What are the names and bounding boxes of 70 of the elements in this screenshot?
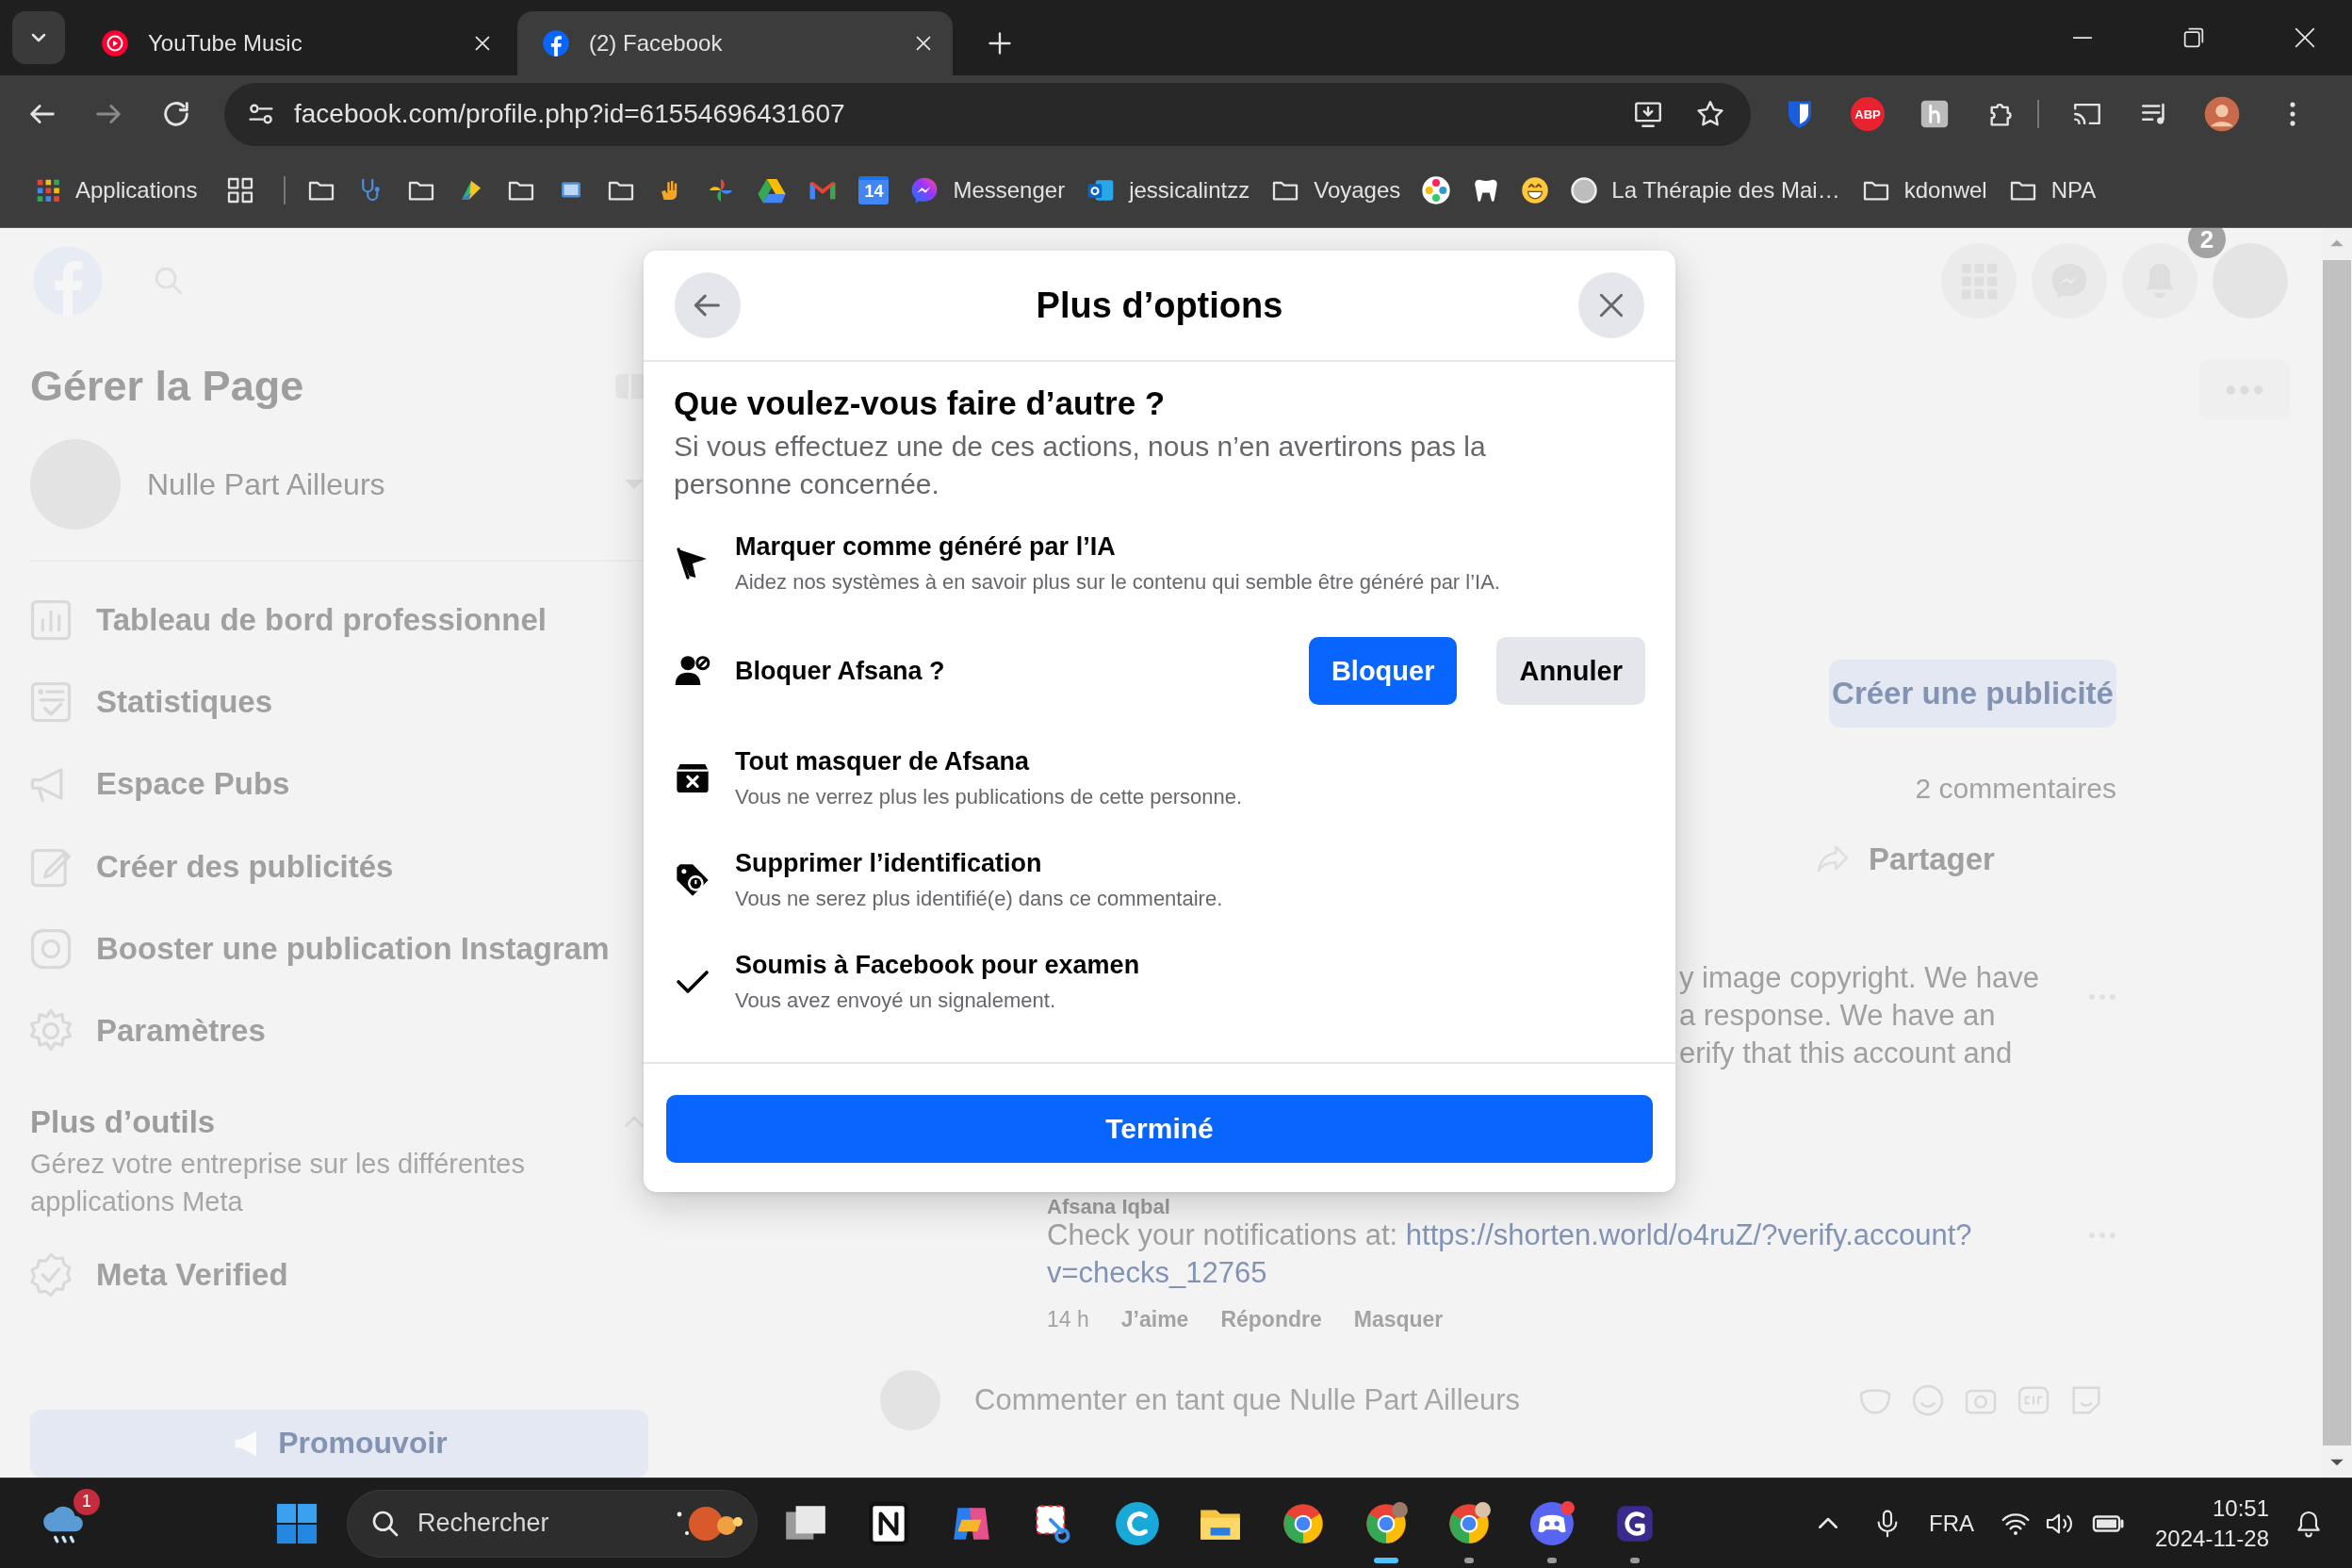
sidebar-item[interactable]: Espace Pubs: [26, 743, 611, 826]
browser-tab[interactable]: (2) Facebook: [517, 11, 953, 75]
page-name[interactable]: Nulle Part Ailleurs: [147, 466, 594, 502]
bookmark-link[interactable]: Messenger: [909, 174, 1066, 205]
scrollbar-thumb[interactable]: [2323, 260, 2351, 1446]
option-title: Bloquer Afsana ?: [735, 656, 946, 687]
option-title[interactable]: Supprimer l’identification: [735, 844, 1223, 882]
page-title: Gérer la Page: [30, 361, 304, 412]
link[interactable]: v=checks_12765: [1047, 1256, 1267, 1289]
calendar-bookmark[interactable]: 14: [858, 175, 890, 204]
option-description: Vous avez envoyé un signalement.: [735, 988, 1056, 1014]
clock-time[interactable]: 10:51: [2212, 1493, 2269, 1524]
bookmark-link[interactable]: Applications: [34, 175, 198, 204]
sidebar-item[interactable]: Meta Verified: [26, 1233, 611, 1316]
create-ad-button[interactable]: Créer une publicité: [1829, 660, 2116, 727]
sidebar-item[interactable]: Statistiques: [26, 661, 611, 743]
option-title[interactable]: Marquer comme généré par l’IA: [735, 528, 1500, 565]
dialog-heading: Que voulez-vous faire d’autre ?: [674, 384, 1167, 423]
option-description: Aidez nos systèmes à en savoir plus sur le contenu qui semble être généré par l’IA.: [735, 569, 1500, 596]
address-bar[interactable]: facebook.com/profile.php?id=61554696431607: [224, 82, 1751, 146]
comment-action[interactable]: J’aime: [1120, 1305, 1189, 1333]
search-bar[interactable]: Rechercher: [347, 1489, 758, 1558]
bookmark-folder[interactable]: kdonwel: [1860, 174, 1987, 205]
new-tab-icon[interactable]: [987, 30, 1013, 57]
option-description: Vous ne verrez plus les publications de cette personne.: [735, 784, 1243, 810]
cancel-button[interactable]: Annuler: [1496, 637, 1645, 705]
comment-author[interactable]: Afsana Iqbal: [1047, 1198, 2322, 1217]
comment-action[interactable]: Masquer: [1353, 1305, 1444, 1333]
notification-badge: 1: [74, 1488, 100, 1515]
windows-logo-icon[interactable]: [275, 1501, 318, 1545]
bookmark-link[interactable]: La Thérapie des Mai…: [1570, 175, 1840, 204]
link[interactable]: https://shorten.world/o4ruZ/?verify.account?: [1405, 1218, 1972, 1251]
facebook-logo-icon: [542, 29, 570, 57]
comment-text: Check your notifications at: https://shorten.world/o4ruZ/?verify.account? v=checks_12765: [1047, 1218, 1972, 1291]
sidebar-item[interactable]: Créer des publicités: [26, 825, 611, 908]
option-description: Vous ne serez plus identifié(e) dans ce commentaire.: [735, 886, 1223, 912]
comment-time: 14 h: [1047, 1306, 1089, 1333]
smiley-icon[interactable]: [1521, 175, 1550, 204]
section-description: Gérez votre entreprise sur les différentes applications Meta: [30, 1148, 526, 1219]
swirl-icon[interactable]: [1114, 1499, 1161, 1547]
notification-badge: 2: [2188, 228, 2226, 258]
promote-button[interactable]: Promouvoir: [30, 1409, 648, 1478]
extension-icon[interactable]: ABP: [1851, 97, 1885, 131]
section-title: Plus d’outils: [30, 1103, 216, 1142]
circle-icon[interactable]: [1570, 175, 1599, 204]
search-field[interactable]: Rechercher: [416, 1508, 653, 1539]
sidebar-item[interactable]: Booster une publication Instagram: [26, 907, 611, 990]
browser-tab[interactable]: YouTube Music: [76, 11, 512, 75]
bookmark-folder[interactable]: NPA: [2007, 174, 2097, 205]
comment-text: y image copyright. We have a response. We have an erify that this account and: [1679, 960, 2039, 1071]
bookmark-link[interactable]: jessicalintzz: [1086, 174, 1250, 205]
option-title[interactable]: Soumis à Facebook pour examen: [735, 946, 1140, 984]
block-button[interactable]: Bloquer: [1308, 637, 1458, 705]
share-button[interactable]: Partager: [1814, 841, 2322, 878]
avatar-icon[interactable]: [2203, 95, 2241, 133]
sidebar-item[interactable]: Paramètres: [26, 989, 611, 1073]
sidebar-item[interactable]: Tableau de bord professionnel: [26, 579, 611, 662]
extension-tile-icon[interactable]: [1919, 98, 1951, 130]
game-controller-icon[interactable]: [1528, 1499, 1576, 1547]
language-indicator[interactable]: FRA: [1929, 1510, 1974, 1537]
play-icon: [101, 29, 129, 57]
clock-date[interactable]: 2024-11-28: [2155, 1523, 2269, 1554]
dialog-subtitle: Si vous effectuez une de ces actions, nous n’en avertirons pas la personne concernée.: [674, 430, 1487, 501]
bookmark-folder[interactable]: Voyages: [1270, 174, 1401, 205]
dialog-title: Plus d’options: [1036, 285, 1283, 326]
flower-icon[interactable]: [1421, 174, 1452, 205]
option-title[interactable]: Tout masquer de Afsana: [735, 743, 1243, 780]
done-button[interactable]: Terminé: [666, 1095, 1653, 1163]
comment-count[interactable]: 2 commentaires: [1915, 773, 2116, 804]
comment-action[interactable]: Répondre: [1220, 1305, 1322, 1333]
